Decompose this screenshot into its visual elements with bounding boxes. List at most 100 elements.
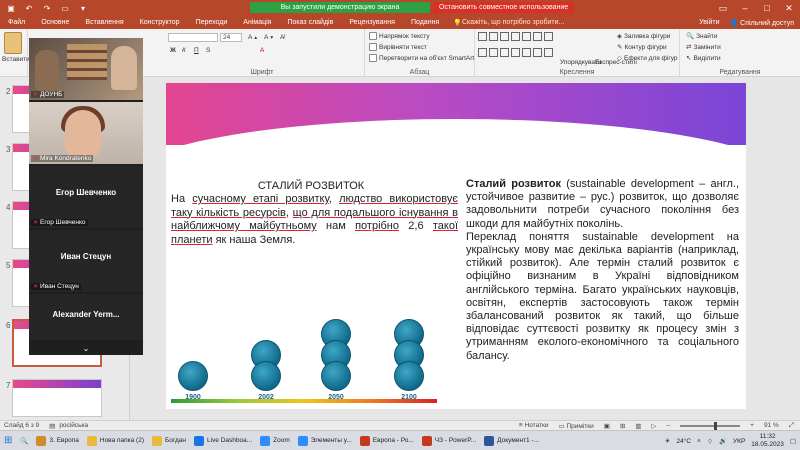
maximize-icon[interactable]: □	[756, 0, 778, 16]
shape-fill-button[interactable]: ◈ Заливка фігури	[617, 32, 670, 41]
align-text-button[interactable]: Вирівняти текст	[369, 43, 427, 51]
notes-button[interactable]: ≡ Нотатки	[519, 422, 549, 429]
customize-icon[interactable]: ▾	[76, 3, 90, 13]
shape-icon[interactable]	[544, 32, 553, 41]
undo-icon[interactable]: ↶	[22, 3, 36, 13]
taskbar-app[interactable]: Европа - Ро...	[356, 432, 418, 450]
clock[interactable]: 11:32 18.05.2023	[751, 433, 784, 449]
shape-icon[interactable]	[522, 47, 531, 57]
fit-slide-icon[interactable]: ⤢	[789, 422, 794, 430]
taskbar-search-button[interactable]: 🔍	[16, 432, 32, 450]
shape-icon[interactable]	[478, 32, 487, 41]
taskbar-app[interactable]: Богдан	[148, 432, 190, 450]
participant-tile[interactable]: ✕ Mira Kondratenko	[29, 102, 143, 164]
text-direction-button[interactable]: Напрямок тексту	[369, 32, 430, 40]
font-name-field[interactable]	[168, 33, 218, 42]
save-icon[interactable]: ▣	[4, 3, 18, 13]
notifications-icon[interactable]: ▢	[790, 437, 796, 445]
shapes-gallery[interactable]	[478, 32, 556, 62]
tray-chevron-icon[interactable]: ˄	[697, 438, 701, 445]
zoom-out-icon[interactable]: –	[667, 422, 671, 429]
taskbar-app[interactable]: Zoom	[256, 432, 294, 450]
replace-button[interactable]: ⇄ Замінити	[686, 43, 721, 52]
taskbar-app[interactable]: Нова папка (2)	[83, 432, 148, 450]
close-icon[interactable]: ✕	[778, 0, 800, 16]
taskbar-app[interactable]: Документ1 -...	[480, 432, 543, 450]
shape-icon[interactable]	[500, 32, 509, 41]
shape-icon[interactable]	[533, 47, 542, 57]
taskbar-app[interactable]: 3. Европа	[32, 432, 82, 450]
find-button[interactable]: 🔍 Знайти	[686, 32, 717, 41]
taskbar-app[interactable]: Элементы у...	[294, 432, 356, 450]
slide-right-text[interactable]: Сталий розвиток (sustainable development…	[466, 178, 739, 363]
font-color-icon[interactable]: A	[260, 47, 264, 54]
ribbon-options-icon[interactable]: ▭	[712, 0, 734, 16]
redo-icon[interactable]: ↷	[40, 3, 54, 13]
shape-icon[interactable]	[478, 47, 487, 57]
zoom-slider[interactable]	[680, 421, 741, 430]
taskbar-app[interactable]: Live Dashboa...	[190, 432, 256, 450]
grow-font-icon[interactable]: A ▴	[248, 34, 257, 41]
shape-icon[interactable]	[489, 32, 498, 41]
reading-view-icon[interactable]: ▥	[635, 422, 641, 430]
strikethrough-icon[interactable]: S	[206, 47, 210, 54]
keyboard-language[interactable]: УКР	[733, 438, 745, 445]
zoom-in-icon[interactable]: +	[750, 422, 754, 429]
start-button[interactable]: ⊞	[0, 432, 16, 450]
italic-icon[interactable]: К	[182, 47, 186, 54]
select-button[interactable]: ↖ Виділити	[686, 54, 721, 63]
shape-icon[interactable]	[489, 47, 498, 57]
slide-left-title[interactable]: СТАЛИЙ РОЗВИТОК	[166, 180, 456, 192]
slide-thumbnail-7[interactable]	[12, 379, 102, 417]
participant-tile[interactable]: ✕ ДОУНБ	[29, 38, 143, 100]
paste-icon[interactable]	[4, 32, 22, 54]
normal-view-icon[interactable]: ▣	[604, 422, 610, 430]
participant-tile[interactable]: Alexander Yerm...	[29, 294, 143, 340]
font-size-field[interactable]: 24	[220, 33, 242, 42]
tab-file[interactable]: Файл	[0, 19, 33, 26]
tab-view[interactable]: Подання	[403, 19, 447, 26]
shape-icon[interactable]	[544, 47, 553, 57]
network-icon[interactable]: ⌔	[707, 437, 713, 446]
tab-transitions[interactable]: Переходи	[188, 19, 236, 26]
sorter-view-icon[interactable]: ⊞	[620, 422, 625, 430]
underline-icon[interactable]: П	[194, 47, 199, 54]
slide-canvas[interactable]: СТАЛИЙ РОЗВИТОК На сучасному етапі розви…	[166, 83, 746, 409]
shape-icon[interactable]	[511, 32, 520, 41]
temperature[interactable]: 24°C	[676, 438, 691, 445]
taskbar-app[interactable]: ЧЗ - PowerP...	[418, 432, 480, 450]
sign-in-link[interactable]: Увійти	[699, 19, 719, 26]
slide-left-text[interactable]: На сучасному етапі розвитку, людство вик…	[171, 193, 458, 247]
slideshow-view-icon[interactable]: ▷	[652, 422, 657, 430]
present-icon[interactable]: ▭	[58, 3, 72, 13]
tab-animations[interactable]: Анімація	[235, 19, 279, 26]
chevron-down-icon[interactable]: ⌄	[29, 344, 143, 353]
stop-share-button[interactable]: Остановить совместное использование	[433, 2, 575, 13]
shape-outline-button[interactable]: ✎ Контур фігури	[617, 43, 667, 52]
spellcheck-icon[interactable]: ▤	[49, 422, 55, 430]
shape-icon[interactable]	[533, 32, 542, 41]
share-button[interactable]: 👤 Спільний доступ	[730, 19, 795, 27]
participant-tile[interactable]: Иван Стецун ✕ Иван Стецун	[29, 230, 143, 292]
globes-infographic[interactable]: 1900 2002 2050 2100	[166, 311, 456, 403]
shape-icon[interactable]	[511, 47, 520, 57]
shape-effects-button[interactable]: ◇ Ефекти для фігур	[617, 54, 678, 63]
minimize-icon[interactable]: –	[734, 0, 756, 16]
weather-icon[interactable]: ☀	[665, 437, 671, 445]
shape-icon[interactable]	[500, 47, 509, 57]
participant-tile[interactable]: Егор Шевченко ✕ Егор Шевченко	[29, 166, 143, 228]
clear-format-icon[interactable]: A̸	[280, 34, 284, 41]
convert-smartart-button[interactable]: Перетворити на об'єкт SmartArt	[369, 54, 474, 62]
bold-icon[interactable]: Ж	[170, 47, 176, 54]
tab-home[interactable]: Основне	[33, 19, 77, 26]
zoom-percent[interactable]: 91 %	[764, 422, 779, 429]
shape-icon[interactable]	[522, 32, 531, 41]
volume-icon[interactable]: 🔊	[719, 437, 727, 445]
tell-me-box[interactable]: 💡 Скажіть, що потрібно зробити...	[453, 19, 564, 27]
tab-design[interactable]: Конструктор	[132, 19, 188, 26]
tab-slideshow[interactable]: Показ слайдів	[279, 19, 341, 26]
shrink-font-icon[interactable]: A ▾	[264, 34, 273, 41]
language-indicator[interactable]: російська	[59, 422, 88, 429]
comments-button[interactable]: ▭ Примітки	[559, 422, 594, 430]
tab-insert[interactable]: Вставлення	[77, 19, 131, 26]
